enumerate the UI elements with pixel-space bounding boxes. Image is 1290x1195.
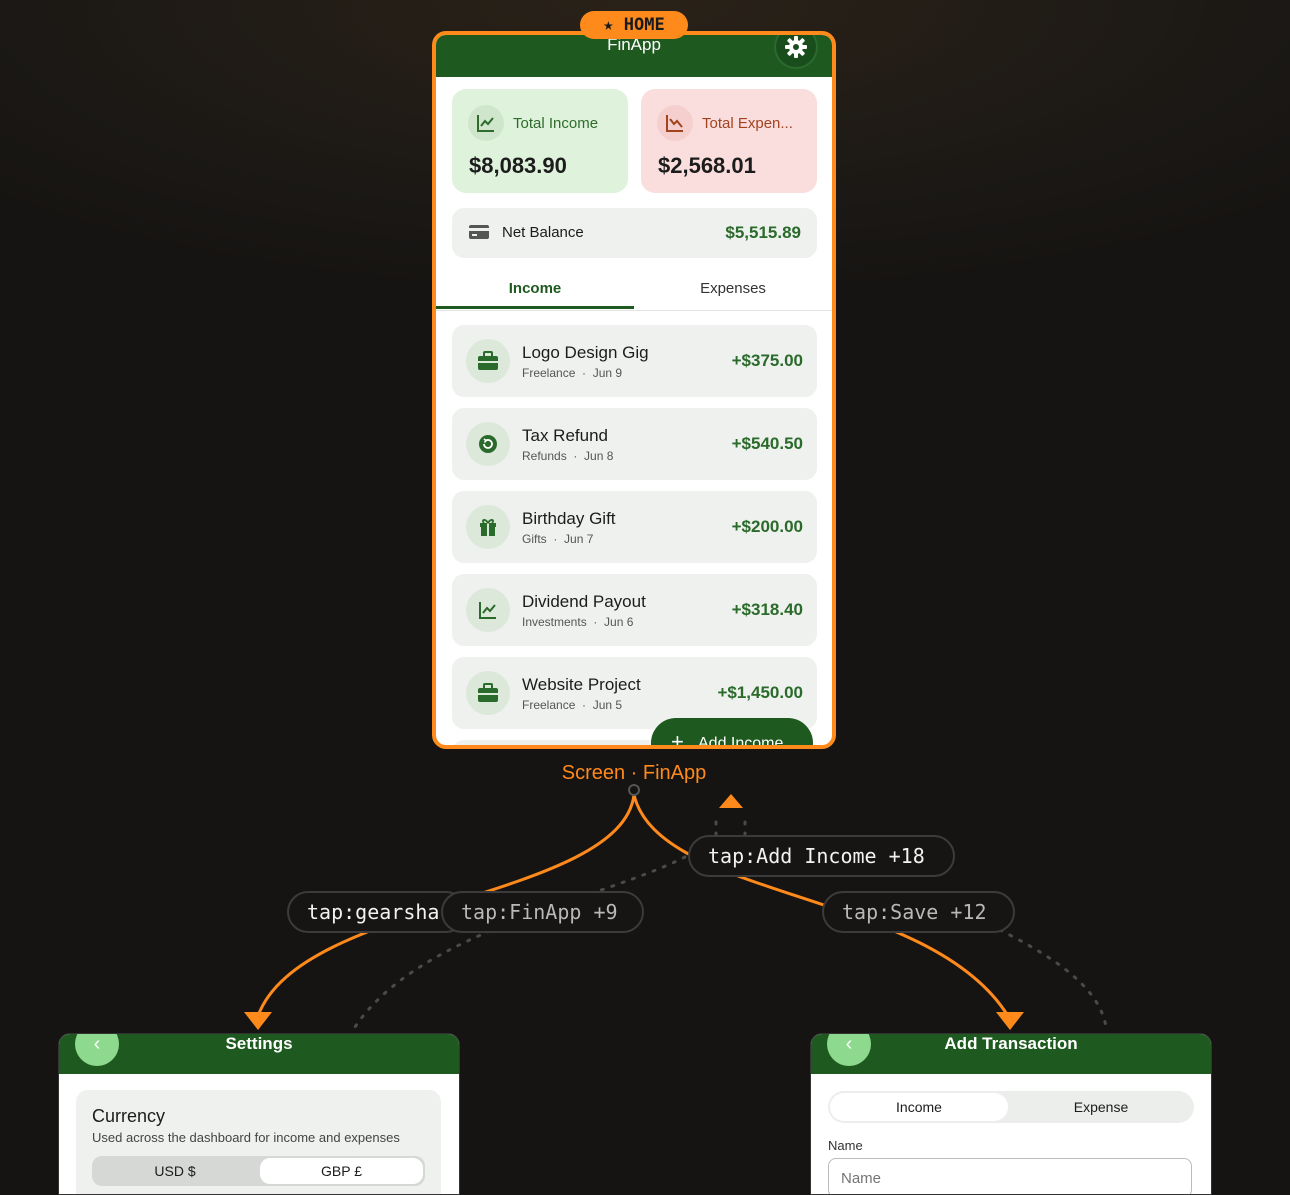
type-option-expense[interactable]: Expense xyxy=(1012,1093,1190,1121)
currency-selector: USD $ GBP £ xyxy=(92,1156,425,1186)
add-transaction-screen: ‹ Add Transaction Income Expense Name xyxy=(810,1033,1212,1195)
transaction-name: Dividend Payout xyxy=(522,592,646,611)
app-bar: FinApp xyxy=(436,35,832,77)
name-label: Name xyxy=(828,1138,863,1153)
briefcase-icon xyxy=(466,671,510,715)
add-income-label: Add Income xyxy=(698,735,784,749)
settings-title: Settings xyxy=(225,1034,293,1053)
edge-label-save: tap:Save +12 xyxy=(822,891,1015,933)
settings-app-bar: ‹ Settings xyxy=(59,1034,459,1074)
net-balance-label: Net Balance xyxy=(502,224,584,241)
transaction-name: Logo Design Gig xyxy=(522,343,649,362)
total-income-label: Total Income xyxy=(513,115,599,132)
transaction-meta: Freelance · Jun 5 xyxy=(522,698,623,712)
list-item[interactable]: Birthday Gift Gifts · Jun 7 +$200.00 xyxy=(452,491,817,563)
net-balance-amount: $5,515.89 xyxy=(725,223,801,242)
card-icon xyxy=(468,223,490,246)
gear-icon[interactable] xyxy=(776,35,816,67)
tab-bar: Income Expenses xyxy=(436,270,832,311)
edge-label-add-income: tap:Add Income +18 xyxy=(688,835,955,877)
transaction-amount: +$1,450.00 xyxy=(717,683,803,702)
dotted-edge-finapp xyxy=(353,855,687,1029)
settings-screen: ‹ Settings Currency Used across the dash… xyxy=(58,1033,460,1195)
transaction-meta: Refunds · Jun 8 xyxy=(522,449,614,463)
transaction-amount: +$318.40 xyxy=(731,600,803,619)
currency-title: Currency xyxy=(92,1106,166,1126)
edge-label-gear: tap:gearsha xyxy=(287,891,467,933)
home-badge: ★ HOME xyxy=(580,11,688,39)
edge-label-finapp: tap:FinApp +9 xyxy=(441,891,644,933)
total-income-amount: $8,083.90 xyxy=(469,153,567,178)
tab-divider xyxy=(436,310,832,311)
list-item[interactable]: Dividend Payout Investments · Jun 6 +$31… xyxy=(452,574,817,646)
tab-expenses[interactable]: Expenses xyxy=(634,280,832,297)
refund-icon xyxy=(466,422,510,466)
transaction-amount: +$200.00 xyxy=(731,517,803,536)
currency-description: Used across the dashboard for income and… xyxy=(92,1130,400,1145)
currency-option-usd[interactable]: USD $ xyxy=(92,1156,258,1186)
total-expenses-label: Total Expen... xyxy=(702,115,793,132)
add-transaction-title: Add Transaction xyxy=(944,1034,1078,1053)
total-income-card: Total Income $8,083.90 xyxy=(452,89,628,193)
home-screen: FinApp Total Income $8,083.90 Total Expe… xyxy=(432,31,836,749)
briefcase-icon xyxy=(466,339,510,383)
chart-down-icon xyxy=(657,105,693,141)
transaction-name: Website Project xyxy=(522,675,641,694)
total-expenses-amount: $2,568.01 xyxy=(658,153,756,178)
chart-up-icon xyxy=(466,588,510,632)
chart-up-icon xyxy=(468,105,504,141)
screen-label: Screen · FinApp xyxy=(561,762,707,784)
arrow-head-add-transaction xyxy=(996,1012,1024,1030)
add-transaction-app-bar: ‹ Add Transaction xyxy=(811,1034,1211,1074)
transaction-amount: +$540.50 xyxy=(731,434,803,453)
tab-income[interactable]: Income xyxy=(436,280,634,297)
net-balance-card: Net Balance $5,515.89 xyxy=(452,208,817,258)
transaction-meta: Gifts · Jun 7 xyxy=(522,532,594,546)
plus-icon: + xyxy=(671,729,684,749)
arrow-head-settings xyxy=(244,1012,272,1030)
transaction-amount: +$375.00 xyxy=(731,351,803,370)
tab-indicator xyxy=(436,306,634,309)
list-item[interactable]: Logo Design Gig Freelance · Jun 9 +$375.… xyxy=(452,325,817,397)
total-expenses-card: Total Expen... $2,568.01 xyxy=(641,89,817,193)
edge-origin-dot xyxy=(628,784,640,796)
list-item[interactable]: Tax Refund Refunds · Jun 8 +$540.50 xyxy=(452,408,817,480)
currency-option-gbp[interactable]: GBP £ xyxy=(260,1158,423,1184)
arrow-head-return-home xyxy=(719,794,743,808)
gift-icon xyxy=(466,505,510,549)
type-option-income[interactable]: Income xyxy=(830,1093,1008,1121)
transaction-name: Tax Refund xyxy=(522,426,608,445)
transaction-name: Birthday Gift xyxy=(522,509,616,528)
type-selector: Income Expense xyxy=(828,1091,1194,1123)
transaction-meta: Freelance · Jun 9 xyxy=(522,366,623,380)
transaction-meta: Investments · Jun 6 xyxy=(522,615,634,629)
name-field[interactable] xyxy=(828,1158,1192,1194)
add-income-button[interactable]: + Add Income xyxy=(651,718,813,749)
currency-card: Currency Used across the dashboard for i… xyxy=(76,1090,441,1194)
